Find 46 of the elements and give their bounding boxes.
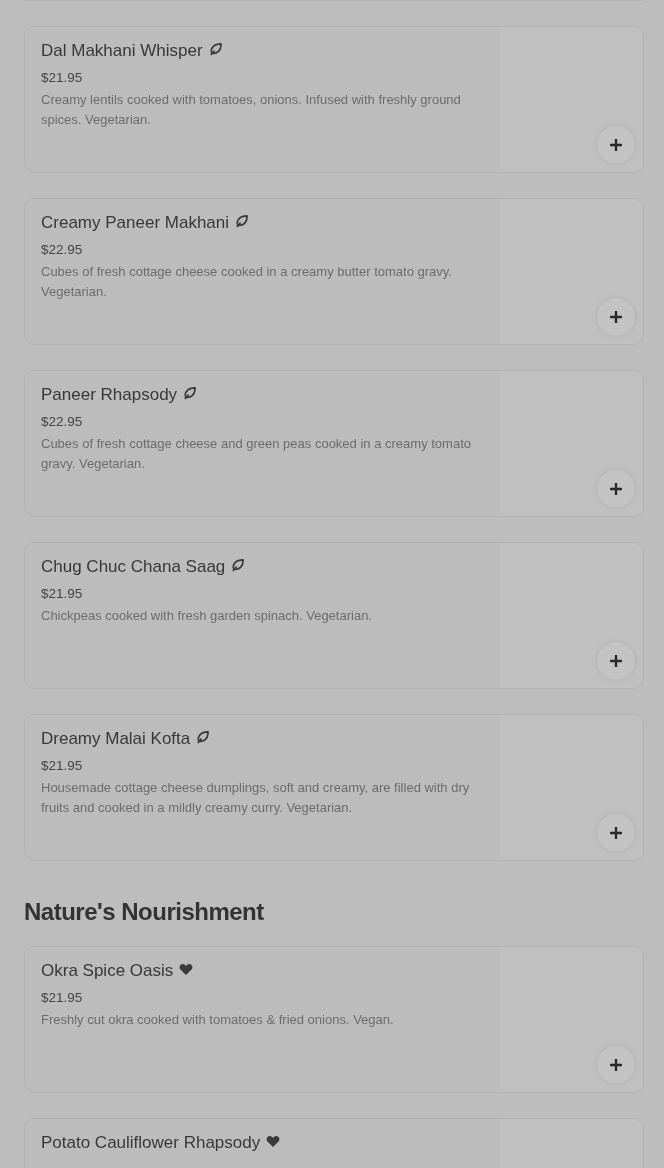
item-price: $21.95 xyxy=(41,586,84,601)
item-description: Cubes of fresh cottage cheese cooked in a creamy butter tomato gravy. Vegetarian. xyxy=(41,263,453,301)
plus-icon xyxy=(610,655,622,667)
menu-item-card[interactable]: Creamy Paneer Makhani $22.95 Cubes of fresh cottage cheese cooked in a creamy butter tomato gravy. Vegetarian. xyxy=(24,198,644,345)
add-button[interactable] xyxy=(597,814,635,852)
menu-item-card[interactable]: Potato Cauliflower Rhapsody xyxy=(24,1118,644,1168)
item-description: Housemade cottage cheese dumplings, soft and creamy, are filled with dry fruits and cooked in a mildly creamy curry. Vegetarian. xyxy=(41,779,471,817)
add-button[interactable] xyxy=(597,642,635,680)
item-description: Freshly cut okra cooked with tomatoes & fried onions. Vegan. xyxy=(41,1011,395,1029)
leaf-icon xyxy=(235,215,249,228)
item-price: $22.95 xyxy=(41,414,84,429)
item-name: Creamy Paneer Makhani xyxy=(41,213,230,233)
heart-icon xyxy=(179,963,194,976)
plus-icon xyxy=(610,483,622,495)
menu-item-card[interactable]: Chug Chuc Chana Saag $21.95 Chickpeas cooked with fresh garden spinach. Vegetarian. xyxy=(24,542,644,689)
menu-item-card[interactable]: Dreamy Malai Kofta $21.95 Housemade cottage cheese dumplings, soft and creamy, are filled with dry fruits and cooked in a mildly creamy curry. Vegetarian. xyxy=(24,714,644,861)
leaf-icon xyxy=(183,387,197,400)
add-button[interactable] xyxy=(597,126,635,164)
item-name: Dal Makhani Whisper xyxy=(41,41,203,61)
item-price: $21.95 xyxy=(41,70,84,85)
leaf-icon xyxy=(196,731,210,744)
plus-icon xyxy=(610,311,622,323)
leaf-icon xyxy=(231,559,245,572)
item-name: Paneer Rhapsody xyxy=(41,385,178,405)
item-name: Potato Cauliflower Rhapsody xyxy=(41,1133,261,1153)
add-button[interactable] xyxy=(597,470,635,508)
leaf-icon xyxy=(208,43,222,56)
item-description: Chickpeas cooked with fresh garden spinach. Vegetarian. xyxy=(41,607,373,625)
item-name: Chug Chuc Chana Saag xyxy=(41,557,226,577)
section-heading: Nature's Nourishment xyxy=(24,898,265,926)
item-price: $22.95 xyxy=(41,242,84,257)
add-button[interactable] xyxy=(597,1046,635,1084)
plus-icon xyxy=(610,1059,622,1071)
plus-icon xyxy=(610,139,622,151)
menu-item-card[interactable]: Dal Makhani Whisper $21.95 Creamy lentils cooked with tomatoes, onions. Infused with freshly ground spices. Vegetarian. xyxy=(24,26,644,173)
item-description: Cubes of fresh cottage cheese and green peas cooked in a creamy tomato gravy. Vegetarian. xyxy=(41,435,471,473)
item-name: Dreamy Malai Kofta xyxy=(41,729,191,749)
item-description: Creamy lentils cooked with tomatoes, onions. Infused with freshly ground spices. Vegetarian. xyxy=(41,91,462,129)
heart-icon xyxy=(266,1135,281,1148)
menu-item-card[interactable]: Paneer Rhapsody $22.95 Cubes of fresh cottage cheese and green peas cooked in a creamy tomato gravy. Vegetarian. xyxy=(24,370,644,517)
item-price: $21.95 xyxy=(41,990,84,1005)
add-button[interactable] xyxy=(597,298,635,336)
menu-item-card[interactable]: Okra Spice Oasis $21.95 Freshly cut okra cooked with tomatoes & fried onions. Vegan. xyxy=(24,946,644,1093)
item-name: Okra Spice Oasis xyxy=(41,961,174,981)
plus-icon xyxy=(610,827,622,839)
item-price: $21.95 xyxy=(41,758,84,773)
